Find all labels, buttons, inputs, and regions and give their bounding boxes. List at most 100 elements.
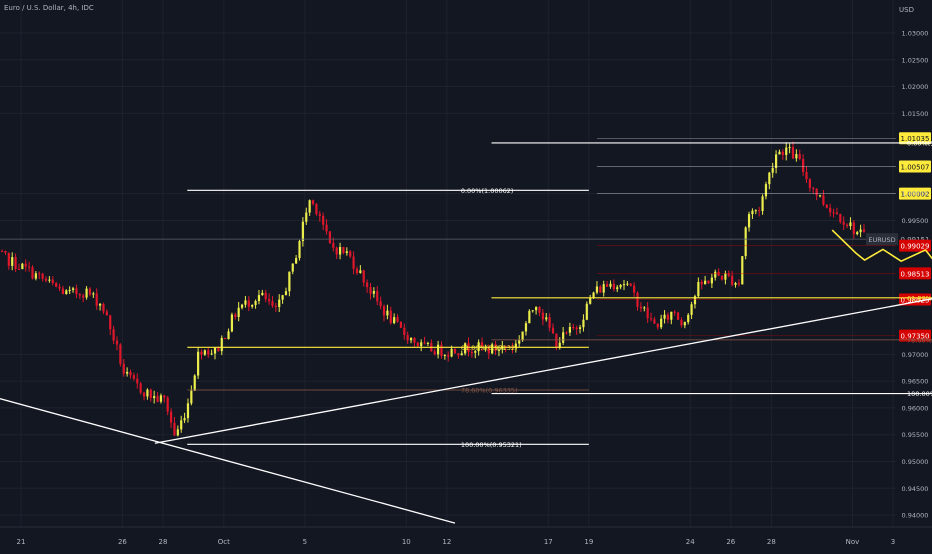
candle-body [322, 215, 325, 225]
candle-body [136, 378, 139, 384]
candle-body [700, 281, 703, 285]
candle-body [230, 314, 234, 332]
candle-body [224, 337, 227, 340]
candle-body [710, 277, 713, 284]
candle-body [788, 147, 791, 149]
candle-body [440, 344, 443, 356]
candle-body [538, 307, 541, 313]
candle-body [791, 147, 795, 159]
candle-body [51, 279, 54, 284]
candle-body [44, 278, 48, 281]
candle-body [832, 212, 835, 214]
candle-body [562, 332, 565, 343]
candle-body [328, 231, 332, 244]
candle-body [849, 222, 852, 227]
candle-body [335, 247, 338, 255]
candle-body [352, 256, 355, 269]
candle-body [447, 354, 450, 357]
candle-body [38, 273, 41, 275]
candle-body [656, 323, 659, 328]
candle-body [768, 172, 771, 185]
candle-body [112, 329, 115, 341]
candle-body [683, 322, 686, 326]
x-tick-label: 5 [303, 538, 307, 546]
candle-body [11, 257, 14, 266]
candle-body [548, 317, 551, 328]
candle-body [159, 395, 163, 402]
fib-level-label: 0.00%(1.00948) [907, 139, 932, 147]
candle-body [342, 247, 345, 253]
candle-body [633, 285, 636, 293]
x-tick-label: Oct [218, 538, 230, 546]
candle-body [325, 224, 328, 232]
candle-body [217, 347, 220, 352]
candle-body [115, 340, 119, 345]
candle-body [31, 267, 34, 279]
candle-body [149, 389, 152, 399]
candle-body [389, 310, 392, 324]
candle-body [450, 348, 453, 357]
candle-body [362, 270, 365, 283]
chart-root[interactable]: 1.010351.005071.00002EURUSD0.991510.9902… [0, 0, 932, 550]
candle-body [592, 292, 595, 298]
candle-body [207, 350, 210, 355]
candle-body [653, 319, 656, 324]
candle-body [24, 263, 27, 267]
x-tick-label: 10 [402, 538, 411, 546]
candle-body [568, 327, 572, 333]
candle-body [856, 232, 859, 235]
candle-body [781, 151, 784, 155]
candle-body [372, 291, 375, 294]
candle-body [345, 251, 348, 253]
candle-body [704, 280, 707, 285]
candle-body [122, 363, 125, 374]
candle-body [795, 154, 798, 159]
candle-body [798, 154, 801, 160]
candle-body [609, 283, 612, 287]
candle-body [680, 319, 683, 326]
candle-body [595, 286, 599, 293]
candle-body [825, 204, 828, 208]
candle-body [146, 389, 149, 397]
candle-body [622, 284, 626, 286]
candle-body [815, 188, 818, 196]
candle-body [34, 273, 37, 279]
x-tick-label: 21 [17, 538, 26, 546]
candle-body [541, 312, 544, 320]
candle-body [257, 295, 261, 302]
candle-body [254, 301, 257, 305]
candle-body [727, 273, 730, 276]
y-tick-label: 0.99500 [902, 217, 929, 225]
candle-body [666, 314, 670, 320]
x-tick-label: 28 [767, 538, 776, 546]
candle-body [132, 375, 135, 379]
candle-body [626, 283, 629, 285]
candle-body [308, 200, 311, 213]
candle-body [85, 288, 88, 298]
candle-body [315, 203, 318, 214]
candle-body [41, 273, 44, 279]
candle-body [585, 303, 588, 320]
candle-body [578, 327, 582, 329]
candle-body [55, 283, 58, 287]
candle-body [673, 311, 676, 313]
candle-body [386, 310, 389, 316]
candle-body [616, 287, 619, 290]
x-tick-label: 26 [118, 538, 127, 546]
candle-body [660, 318, 663, 328]
candle-body [535, 307, 538, 311]
y-tick-label: 1.01500 [902, 110, 929, 118]
candle-body [778, 151, 781, 155]
candle-body [227, 331, 230, 340]
candle-body [349, 251, 352, 257]
candle-body [457, 353, 460, 356]
candle-body [663, 314, 666, 319]
candle-body [758, 210, 761, 212]
candle-body [774, 154, 778, 169]
candle-body [845, 224, 849, 227]
candle-body [338, 247, 342, 255]
candle-body [247, 300, 250, 307]
y-tick-label: 0.94000 [902, 512, 929, 520]
price-chart[interactable]: 1.010351.005071.00002EURUSD0.991510.9902… [0, 0, 932, 550]
plot-background [0, 0, 932, 550]
